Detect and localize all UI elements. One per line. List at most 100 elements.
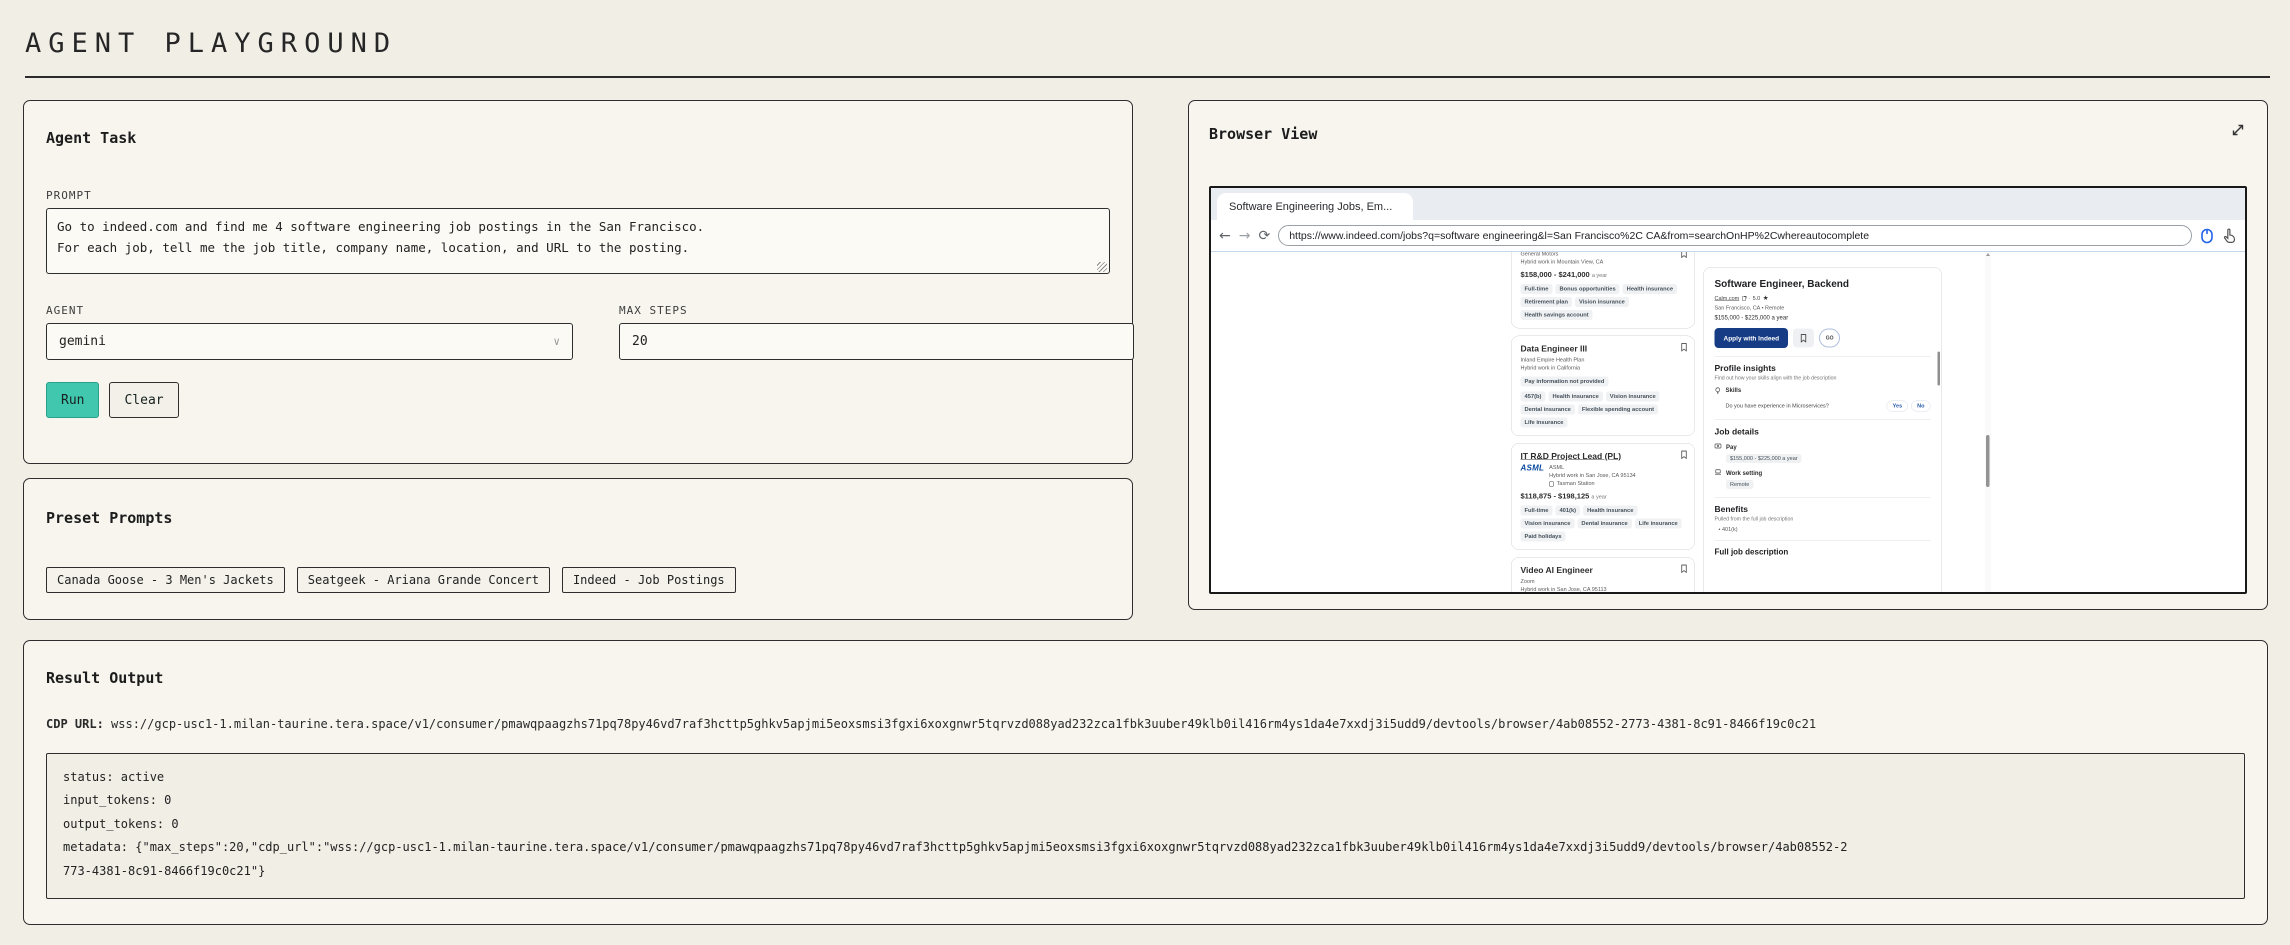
prompt-label: PROMPT [46,189,1110,202]
job-card-general-motors[interactable]: General Motors Hybrid work in Mountain V… [1511,252,1695,328]
max-steps-field: MAX STEPS [619,304,1134,360]
no-button[interactable]: No [1911,401,1930,412]
bookmark-icon[interactable] [1681,343,1688,352]
max-steps-label: MAX STEPS [619,304,1134,317]
expand-icon[interactable] [2229,121,2247,139]
bookmark-icon[interactable] [1681,252,1688,258]
detail-salary: $155,000 - $225,000 a year [1715,314,1931,321]
skills-label: Skills [1726,387,1742,394]
output-metadata-line: metadata: {"max_steps":20,"cdp_url":"wss… [63,836,1851,883]
page-scrollbar[interactable] [1985,252,1991,592]
pay-value: $155,000 - $225,000 a year [1726,454,1802,463]
job-salary: $118,875 - $198,125 a year [1521,492,1686,501]
external-link-icon [1742,296,1746,300]
output-output-tokens-line: output_tokens: 0 [63,813,2228,836]
work-setting-row: Work setting Remote [1715,469,1931,490]
preset-button-seatgeek[interactable]: Seatgeek - Ariana Grande Concert [297,567,550,593]
benefits-title: Benefits [1715,505,1931,515]
browser-content: General Motors Hybrid work in Mountain V… [1211,252,2245,592]
asml-logo: ASML [1521,464,1545,473]
scroll-up-arrow-icon[interactable] [1986,253,1990,256]
job-tags: Full-time Bonus opportunities Health ins… [1521,284,1686,320]
pay-icon [1715,443,1722,449]
run-button[interactable]: Run [46,382,99,418]
cdp-url-value: wss://gcp-usc1-1.milan-taurine.tera.spac… [111,717,1816,731]
clear-button[interactable]: Clear [109,382,178,418]
textarea-resize-grip[interactable] [1097,262,1107,272]
back-icon[interactable]: ← [1219,229,1231,243]
cdp-url-label: CDP URL: [46,717,104,731]
indeed-page: General Motors Hybrid work in Mountain V… [1211,252,2245,592]
skills-question-row: Do you have experience in Microservices?… [1715,401,1931,412]
agent-select-value: gemini [59,334,106,349]
preset-prompts-title: Preset Prompts [46,509,1110,527]
job-title: Data Engineer III [1521,344,1686,354]
browser-frame: Software Engineering Jobs, Em... ← → ⟳ [1209,186,2247,594]
job-card-asml[interactable]: IT R&D Project Lead (PL) ASML ASML Hybri… [1511,443,1695,550]
page-title: AGENT PLAYGROUND [25,16,2270,59]
job-details-title: Job details [1715,427,1931,437]
bookmark-icon[interactable] [1681,450,1688,459]
work-setting-label: Work setting [1726,470,1762,477]
output-status-line: status: active [63,766,2228,789]
company-row: ASML ASML Hybrid work in San Jose, CA 95… [1521,464,1686,488]
preset-prompts-panel: Preset Prompts Canada Goose - 3 Men's Ja… [23,478,1133,620]
agent-task-title: Agent Task [46,129,1110,147]
browser-tab-bar: Software Engineering Jobs, Em... [1211,188,2245,220]
detail-actions: Apply with Indeed GO [1715,328,1931,348]
chevron-down-icon: ∨ [553,335,560,348]
detail-company-row: Calm.com 5.0 ★ [1715,295,1931,303]
save-job-button[interactable] [1793,329,1814,348]
task-buttons: Run Clear [46,382,1110,418]
pay-note-chip: Pay information not provided [1521,376,1609,386]
page-scrollbar-thumb[interactable] [1986,435,1990,487]
yes-button[interactable]: Yes [1887,401,1908,412]
job-tags: 457(b) Health insurance Vision insurance… [1521,391,1686,427]
detail-location: San Francisco, CARemote [1715,305,1931,311]
url-input[interactable] [1278,225,2192,246]
profile-insights-title: Profile insights [1715,364,1931,374]
job-card-zoom[interactable]: Video AI Engineer Zoom Hybrid work in Sa… [1511,557,1695,592]
job-card-data-engineer[interactable]: Data Engineer III Inland Empire Health P… [1511,335,1695,435]
job-details-section: Job details Pay $155,000 - $225,000 a ye… [1715,420,1931,490]
job-location: Hybrid work in San Jose, CA 95113 [1521,586,1686,592]
max-steps-input[interactable] [619,323,1134,360]
prompt-field: PROMPT Go to indeed.com and find me 4 so… [46,189,1110,278]
benefit-item: 401(k) [1715,527,1931,533]
job-title: Video AI Engineer [1521,565,1686,575]
agent-task-panel: Agent Task PROMPT Go to indeed.com and f… [23,100,1133,464]
job-location: Hybrid work in Mountain View, CA [1521,258,1686,266]
job-company: Zoom [1521,578,1686,586]
touch-mode-icon[interactable] [2222,228,2237,244]
station-row: Tasman Station [1549,480,1636,488]
preset-button-indeed[interactable]: Indeed - Job Postings [562,567,736,593]
result-output-box: status: active input_tokens: 0 output_to… [46,753,2245,899]
benefits-section: Benefits Pulled from the full job descri… [1715,497,1931,533]
browser-tab[interactable]: Software Engineering Jobs, Em... [1217,193,1413,220]
full-description-title: Full job description [1715,548,1931,557]
skills-row: Skills [1715,387,1931,395]
bookmark-icon[interactable] [1681,564,1688,573]
mouse-mode-icon[interactable] [2200,228,2214,244]
agent-select[interactable]: gemini ∨ [46,323,573,360]
detail-scrollbar-thumb[interactable] [1938,352,1941,386]
pay-label: Pay [1726,444,1737,451]
detail-job-title: Software Engineer, Backend [1715,279,1931,291]
agent-label: AGENT [46,304,573,317]
browser-view-title: Browser View [1209,125,1317,143]
browser-view-header: Browser View [1209,125,2247,143]
dot-separator [1748,295,1750,301]
company-rating: 5.0 [1753,295,1761,301]
apply-with-indeed-button[interactable]: Apply with Indeed [1715,328,1789,348]
prompt-textarea[interactable]: Go to indeed.com and find me 4 software … [46,208,1110,274]
work-setting-icon [1715,469,1722,475]
browser-toolbar: ← → ⟳ [1211,220,2245,252]
copy-link-button[interactable]: GO [1819,329,1840,348]
preset-button-canada-goose[interactable]: Canada Goose - 3 Men's Jackets [46,567,285,593]
company-link[interactable]: Calm.com [1715,295,1740,301]
job-company: ASML [1549,464,1636,472]
job-detail-pane: Software Engineer, Backend Calm.com 5.0 … [1703,267,1942,592]
forward-icon[interactable]: → [1239,229,1251,243]
reload-icon[interactable]: ⟳ [1258,229,1270,243]
app-header: AGENT PLAYGROUND [25,16,2270,78]
